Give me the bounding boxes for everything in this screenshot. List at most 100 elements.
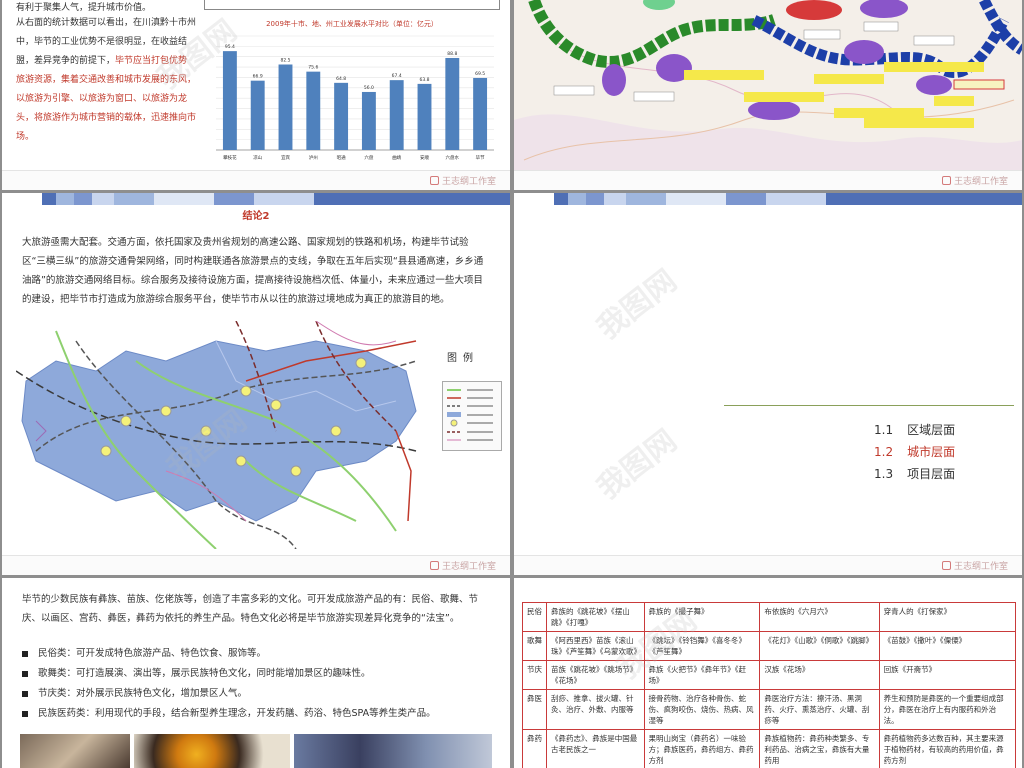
brand-footer: 王志纲工作室 <box>429 174 496 187</box>
table-cell: 养生和预防是彝医的一个重要组成部分，彝医在治疗上有内服药和外治法。 <box>878 689 1017 730</box>
data-label: 95.4 <box>225 44 235 50</box>
toc-item-city[interactable]: 1.2 城市层面 <box>874 441 955 463</box>
list-item: 民族医药类：利用现代的手段，结合新型养生理念，开发药膳、药浴、特色SPA等养生类… <box>22 704 492 724</box>
analysis-highlight-text: 毕节应当打包优势旅游资源，集着交通改善和城市发展的东风，以旅游为引擎、以旅游为窗… <box>16 56 197 142</box>
brand-logo-icon <box>429 561 439 570</box>
transport-network-map <box>16 321 417 549</box>
slide-regional-map[interactable]: 王志纲工作室 <box>514 0 1022 190</box>
table-cell: 《彝药志》、彝族是中国最古老民族之一 <box>546 729 645 768</box>
slide-ethnic-culture[interactable]: 毕节的少数民族有彝族、苗族、仡佬族等，创造了丰富多彩的文化。可开发成旅游产品的有… <box>2 578 510 768</box>
brand-name: 王志纲工作室 <box>953 562 1008 572</box>
data-label: 82.5 <box>280 58 290 64</box>
conclusion-body: 大旅游亟需大配套。交通方面，依托国家及贵州省规划的高速公路、国家规划的铁路和机场… <box>22 237 484 305</box>
regional-route-map <box>514 0 1022 170</box>
brand-name: 王志纲工作室 <box>953 177 1008 187</box>
slide-section-toc[interactable]: 1.1 区域层面 1.2 城市层面 1.3 项目层面 王志纲工作室 <box>514 193 1022 575</box>
table-cell: 彝族植物药：彝药种类繁多、专利药品、治病之宝，彝族有大量药用 <box>759 729 880 768</box>
brand-footer: 王志纲工作室 <box>941 559 1008 572</box>
x-tick-label: 凉山 <box>253 154 262 161</box>
table-cell: 《跳坛》《铃铛舞》《喜冬冬》《芦笙舞》 <box>643 631 761 661</box>
legend-swatches <box>447 389 493 441</box>
toc-item-number: 1.3 <box>874 467 894 481</box>
bullet-icon <box>22 691 28 697</box>
chart-bar <box>278 64 293 150</box>
bullet-icon <box>22 671 28 677</box>
list-item-text: 歌舞类：可打造展演、演出等，展示民族特色文化，同时能增加景区的趣味性。 <box>38 668 371 679</box>
brand-logo-icon <box>941 176 951 185</box>
map-legend <box>442 381 502 451</box>
culture-resource-table: 民俗 彝族的《跳花坡》《摆山跳》《打嘎》 彝族的《撮子舞》 布依族的《六月六》 … <box>522 602 1017 768</box>
brand-footer: 王志纲工作室 <box>941 174 1008 187</box>
table-cell: 彝族的《撮子舞》 <box>643 602 761 632</box>
table-row: 彝药 《彝药志》、彝族是中国最古老民族之一 果明山岗宝（彝药名）一味验方；彝族医… <box>522 729 1017 768</box>
chart-top-frame <box>204 0 500 10</box>
table-row-header: 彝医 <box>522 689 547 730</box>
x-tick-label: 六盘水 <box>446 154 460 161</box>
section-toc: 1.1 区域层面 1.2 城市层面 1.3 项目层面 <box>874 419 955 485</box>
data-label: 56.0 <box>364 85 374 91</box>
table-row-header: 歌舞 <box>522 631 547 661</box>
chart-bar <box>222 51 237 151</box>
slide-footer: 王志纲工作室 <box>514 555 1022 575</box>
brand-logo-icon <box>429 176 439 185</box>
chart-bar <box>361 91 376 150</box>
table-cell: 汉族《花场》 <box>759 660 880 690</box>
bullet-icon <box>22 711 28 717</box>
slide-footer: 王志纲工作室 <box>2 555 510 575</box>
slide-culture-table[interactable]: 民俗 彝族的《跳花坡》《摆山跳》《打嘎》 彝族的《撮子舞》 布依族的《六月六》 … <box>514 578 1022 768</box>
bar-chart-svg: 2009年十市、地、州工业发展水平对比（单位：亿元） 95.4 攀枝花 66.9 凉山 8… <box>216 19 494 161</box>
toc-item-label: 项目层面 <box>907 467 956 481</box>
x-tick-label: 泸州 <box>309 154 318 161</box>
slide-conclusion-2[interactable]: 结论2 大旅游亟需大配套。交通方面，依托国家及贵州省规划的高速公路、国家规划的铁… <box>2 193 510 575</box>
table-cell: 彝医治疗方法：擦汗汤、黑洞药、火疗、熏蒸治疗、火罐、刮痧等 <box>759 689 880 730</box>
data-label: 64.8 <box>336 76 346 82</box>
slide-grid: 有利于聚集人气，提升城市价值。 从右面的统计数据可以看出，在川滇黔十市州中，毕节… <box>0 0 1024 768</box>
culture-intro: 毕节的少数民族有彝族、苗族、仡佬族等，创造了丰富多彩的文化。可开发成旅游产品的有… <box>22 594 479 624</box>
table-cell: 《花灯》《山歌》《侗歌》《跳脚》 <box>759 631 880 661</box>
chart-bar <box>334 82 349 150</box>
slide-header-bars <box>2 193 510 205</box>
table-row: 彝医 刮痧、推拿、拔火罐、针灸、治疗、外敷、内服等 接骨药物、治疗各种骨伤、蛇伤… <box>522 689 1017 730</box>
list-item-text: 节庆类：对外展示民族特色文化，增加景区人气。 <box>38 688 248 699</box>
x-tick-label: 六盘 <box>364 154 373 161</box>
chart-bar <box>473 77 488 150</box>
table-cell: 回族《开斋节》 <box>878 660 1017 690</box>
x-tick-label: 攀枝花 <box>223 154 237 161</box>
table-cell: 穿青人的《打保家》 <box>878 602 1017 632</box>
culture-bullet-list: 民俗类：可开发成特色旅游产品、特色饮食、服饰等。 歌舞类：可打造展演、演出等，展… <box>22 644 492 724</box>
bullet-icon <box>22 651 28 657</box>
brand-name: 王志纲工作室 <box>441 562 496 572</box>
table-cell: 接骨药物、治疗各种骨伤、蛇伤、疯狗咬伤、烧伤、热病、风湿等 <box>643 689 761 730</box>
data-label: 88.8 <box>447 51 457 57</box>
table-cell: 果明山岗宝（彝药名）一味验方；彝族医药，彝药组方、彝药方剂 <box>643 729 761 768</box>
list-item-text: 民俗类：可开发成特色旅游产品、特色饮食、服饰等。 <box>38 648 267 659</box>
table-row: 节庆 苗族《跳花坡》《跳场节》《花场》 彝族《火把节》《彝年节》《赶场》 汉族《… <box>522 660 1017 690</box>
x-tick-label: 宜宾 <box>281 154 290 161</box>
data-label: 66.9 <box>253 74 263 80</box>
x-tick-label: 曲靖 <box>392 154 401 161</box>
table-cell: 苗族《跳花坡》《跳场节》《花场》 <box>546 660 645 690</box>
table-cell: 彝族《火把节》《彝年节》《赶场》 <box>643 660 761 690</box>
brand-footer: 王志纲工作室 <box>429 559 496 572</box>
data-label: 63.8 <box>419 77 429 83</box>
slide-industry-comparison[interactable]: 有利于聚集人气，提升城市价值。 从右面的统计数据可以看出，在川滇黔十市州中，毕节… <box>2 0 510 190</box>
toc-item-project[interactable]: 1.3 项目层面 <box>874 463 955 485</box>
table-row: 民俗 彝族的《跳花坡》《摆山跳》《打嘎》 彝族的《撮子舞》 布依族的《六月六》 … <box>522 602 1017 632</box>
table-cell: 布依族的《六月六》 <box>759 602 880 632</box>
chart-bar <box>306 71 321 150</box>
list-item: 歌舞类：可打造展演、演出等，展示民族特色文化，同时能增加景区的趣味性。 <box>22 664 492 684</box>
list-item: 民俗类：可开发成特色旅游产品、特色饮食、服饰等。 <box>22 644 492 664</box>
table-row: 歌舞 《阿西里西》苗族《滚山珠》《芦笙舞》《乌蒙欢歌》 《跳坛》《铃铛舞》《喜冬… <box>522 631 1017 661</box>
toc-item-region[interactable]: 1.1 区域层面 <box>874 419 955 441</box>
slide-footer: 王志纲工作室 <box>2 170 510 190</box>
x-tick-label: 毕节 <box>476 154 485 161</box>
toc-item-number: 1.1 <box>874 423 894 437</box>
brand-name: 王志纲工作室 <box>441 177 496 187</box>
table-cell: 彝族的《跳花坡》《摆山跳》《打嘎》 <box>546 602 645 632</box>
table-cell: 《苗鼓》《撒叶》《傈僳》 <box>878 631 1017 661</box>
industry-bar-chart: 2009年十市、地、州工业发展水平对比（单位：亿元） 95.4 攀枝花 66.9 凉山 8… <box>202 0 502 170</box>
table-cell: 《阿西里西》苗族《滚山珠》《芦笙舞》《乌蒙欢歌》 <box>546 631 645 661</box>
table-row-header: 节庆 <box>522 660 547 690</box>
culture-photo-strip <box>20 734 492 768</box>
toc-item-number: 1.2 <box>874 445 894 459</box>
